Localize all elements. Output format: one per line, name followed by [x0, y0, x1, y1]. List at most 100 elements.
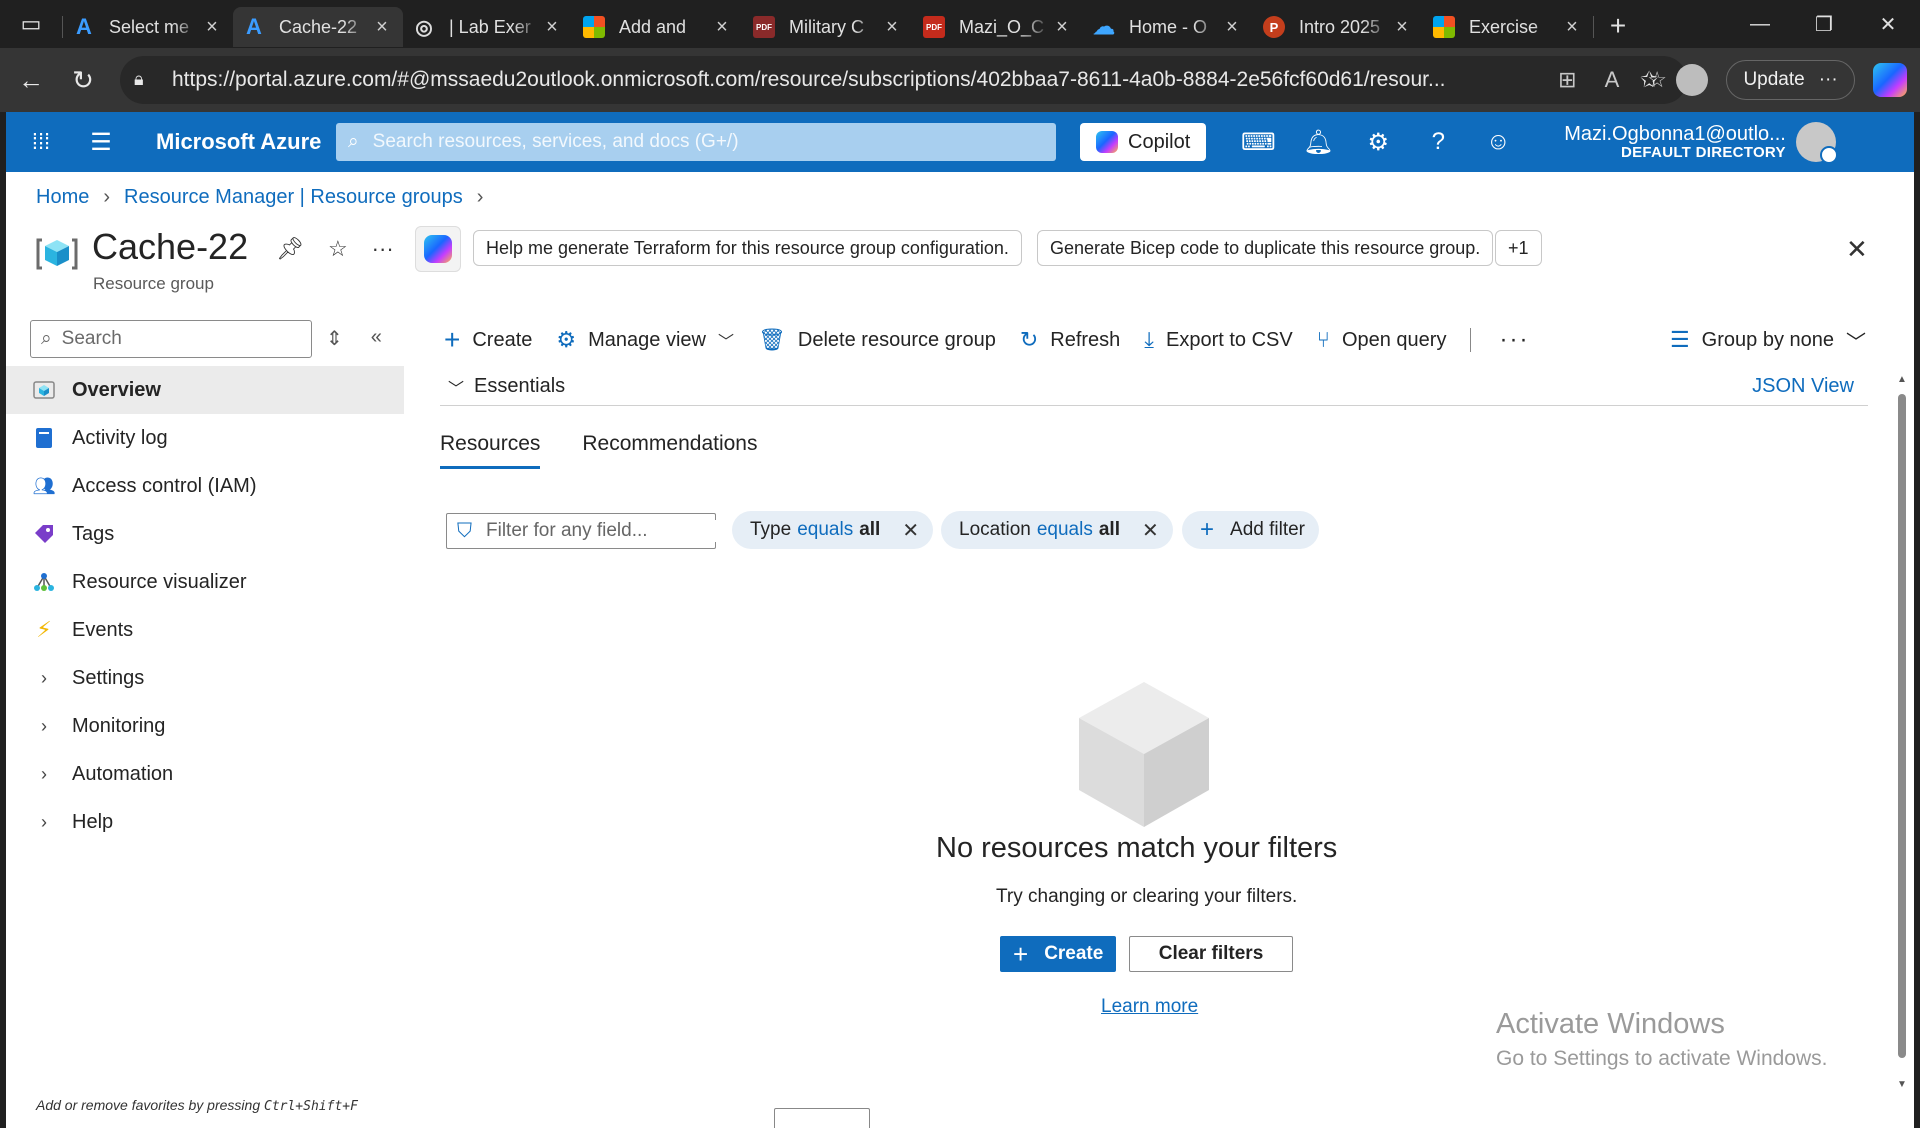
remove-filter-icon[interactable]: ✕ — [902, 518, 919, 543]
portal-brand[interactable]: Microsoft Azure — [126, 129, 331, 155]
more-commands-icon[interactable]: ··· — [1499, 326, 1529, 354]
manage-view-command[interactable]: ⚙ Manage view ﹀ — [556, 327, 734, 353]
nav-item-activity-log[interactable]: Activity log — [6, 414, 404, 462]
group-by-dropdown[interactable]: ☰ Group by none ﹀ — [1670, 320, 1866, 360]
copilot-button[interactable]: Copilot — [1080, 123, 1207, 161]
help-icon[interactable]: ? — [1408, 128, 1468, 157]
profile-avatar[interactable] — [1676, 64, 1709, 96]
scroll-down-icon[interactable]: ▼ — [1896, 1079, 1908, 1090]
settings-gear-icon[interactable]: ⚙ — [1348, 128, 1408, 157]
type-filter-pill[interactable]: Type equals all ✕ — [732, 511, 934, 549]
address-bar[interactable]: 🔒︎ https://portal.azure.com/#@mssaedu2ou… — [120, 56, 1687, 104]
nav-item-settings[interactable]: › Settings — [6, 654, 404, 702]
menu-icon[interactable]: ☰ — [76, 128, 126, 157]
browser-tab-active[interactable]: A Cache-22 × — [233, 7, 403, 47]
apps-icon[interactable]: ⊞ — [1558, 67, 1576, 93]
essentials-toggle[interactable]: Essentials — [474, 375, 565, 398]
tab-actions-icon[interactable]: ▭ — [0, 0, 62, 48]
open-query-command[interactable]: ⑂ Open query — [1317, 327, 1447, 353]
scroll-thumb[interactable] — [1898, 394, 1906, 1058]
star-icon[interactable]: ☆ — [328, 236, 348, 262]
suggestion-more[interactable]: +1 — [1495, 230, 1542, 266]
close-tab-icon[interactable]: × — [201, 16, 223, 39]
browser-tab[interactable]: PDF Mazi_O_C × — [913, 7, 1083, 47]
more-icon[interactable]: ··· — [372, 236, 394, 262]
nav-item-events[interactable]: ⚡︎ Events — [6, 606, 404, 654]
new-tab-button[interactable]: + — [1594, 10, 1642, 42]
app-launcher-icon[interactable]: ⁞⁞⁞ — [6, 129, 76, 155]
add-filter-button[interactable]: + Add filter — [1182, 511, 1319, 549]
close-tab-icon[interactable]: × — [371, 16, 393, 39]
notifications-bell-icon[interactable]: 🔔︎ — [1288, 128, 1348, 157]
nav-item-overview[interactable]: Overview — [6, 366, 404, 414]
tab-resources[interactable]: Resources — [440, 432, 541, 469]
chevron-down-icon[interactable]: ﹀ — [448, 375, 464, 399]
close-tab-icon[interactable]: × — [1221, 16, 1243, 39]
close-tab-icon[interactable]: × — [1561, 16, 1583, 39]
scroll-up-icon[interactable]: ▲ — [1896, 374, 1908, 385]
update-button[interactable]: Update ··· — [1726, 60, 1855, 100]
feedback-icon[interactable]: ☺ — [1468, 128, 1528, 157]
account-menu[interactable]: Mazi.Ogbonna1@outlo... DEFAULT DIRECTORY — [1564, 123, 1786, 162]
nav-item-access-control[interactable]: 👥︎ Access control (IAM) — [6, 462, 404, 510]
suggestion-bicep[interactable]: Generate Bicep code to duplicate this re… — [1037, 230, 1494, 266]
json-view-link[interactable]: JSON View — [1752, 375, 1854, 398]
browser-tab[interactable]: ☁ Home - O × — [1083, 7, 1253, 47]
close-tab-icon[interactable]: × — [1051, 16, 1073, 39]
close-tab-icon[interactable]: × — [711, 16, 733, 39]
empty-create-button[interactable]: + Create — [1000, 936, 1117, 972]
pin-icon[interactable]: 📌︎ — [276, 236, 304, 262]
cloud-shell-icon[interactable]: ⌨ — [1228, 128, 1288, 157]
filter-input[interactable] — [486, 520, 731, 542]
url-text[interactable]: https://portal.azure.com/#@mssaedu2outlo… — [172, 68, 1462, 92]
sort-icon[interactable]: ⇕ — [326, 326, 343, 351]
restore-icon[interactable]: ❐ — [1792, 0, 1856, 48]
filter-field[interactable]: ⛉ — [446, 513, 731, 549]
global-search-input[interactable] — [372, 131, 1056, 153]
nav-item-tags[interactable]: Tags — [6, 510, 404, 558]
close-tab-icon[interactable]: × — [881, 16, 903, 39]
refresh-command[interactable]: ↻ Refresh — [1020, 327, 1120, 353]
lock-icon[interactable]: 🔒︎ — [134, 69, 156, 91]
suggestion-terraform[interactable]: Help me generate Terraform for this reso… — [473, 230, 1022, 266]
copilot-icon[interactable] — [1872, 63, 1907, 97]
create-command[interactable]: + Create — [444, 324, 532, 356]
collapse-nav-icon[interactable]: « — [371, 326, 382, 351]
location-filter-pill[interactable]: Location equals all ✕ — [941, 511, 1173, 549]
nav-item-help[interactable]: › Help — [6, 798, 404, 846]
browser-tab[interactable]: Add and × — [573, 7, 743, 47]
nav-search[interactable]: ⌕ — [30, 320, 312, 358]
close-icon[interactable]: ✕ — [1846, 234, 1868, 265]
nav-item-automation[interactable]: › Automation — [6, 750, 404, 798]
learn-more-link[interactable]: Learn more — [1101, 996, 1198, 1018]
browser-tab[interactable]: PDF Military C × — [743, 7, 913, 47]
browser-tab[interactable]: ◎ | Lab Exer × — [403, 7, 573, 47]
close-window-icon[interactable]: ✕ — [1856, 0, 1920, 48]
export-csv-command[interactable]: ⤓ Export to CSV — [1144, 327, 1292, 353]
back-arrow-icon[interactable]: ← — [10, 59, 52, 101]
tab-recommendations[interactable]: Recommendations — [582, 432, 757, 469]
refresh-icon[interactable]: ↻ — [62, 59, 104, 101]
browser-tab[interactable]: Exercise × — [1423, 7, 1593, 47]
vertical-scrollbar[interactable]: ▲ ▼ — [1896, 374, 1908, 1090]
favorites-icon[interactable]: ✩ — [1640, 67, 1658, 93]
read-aloud-icon[interactable]: A — [1605, 67, 1620, 93]
close-tab-icon[interactable]: × — [541, 16, 563, 39]
browser-tab[interactable]: P Intro 2025 × — [1253, 7, 1423, 47]
delete-command[interactable]: 🗑︎ Delete resource group — [758, 327, 996, 353]
breadcrumb-home[interactable]: Home — [36, 186, 89, 209]
nav-item-resource-visualizer[interactable]: Resource visualizer — [6, 558, 404, 606]
account-avatar[interactable] — [1795, 122, 1838, 164]
nav-search-input[interactable] — [61, 328, 311, 350]
clear-filters-button[interactable]: Clear filters — [1129, 936, 1293, 972]
nav-item-monitoring[interactable]: › Monitoring — [6, 702, 404, 750]
minimize-icon[interactable]: — — [1728, 0, 1792, 48]
pagination-select[interactable] — [774, 1108, 870, 1128]
global-search[interactable]: ⌕ — [336, 123, 1056, 161]
breadcrumb-resource-groups[interactable]: Resource Manager | Resource groups — [124, 186, 463, 209]
copilot-label: Copilot — [1128, 130, 1191, 153]
copilot-suggestion-icon[interactable] — [415, 226, 461, 272]
close-tab-icon[interactable]: × — [1391, 16, 1413, 39]
browser-tab[interactable]: A Select me × — [63, 7, 233, 47]
remove-filter-icon[interactable]: ✕ — [1142, 518, 1159, 543]
